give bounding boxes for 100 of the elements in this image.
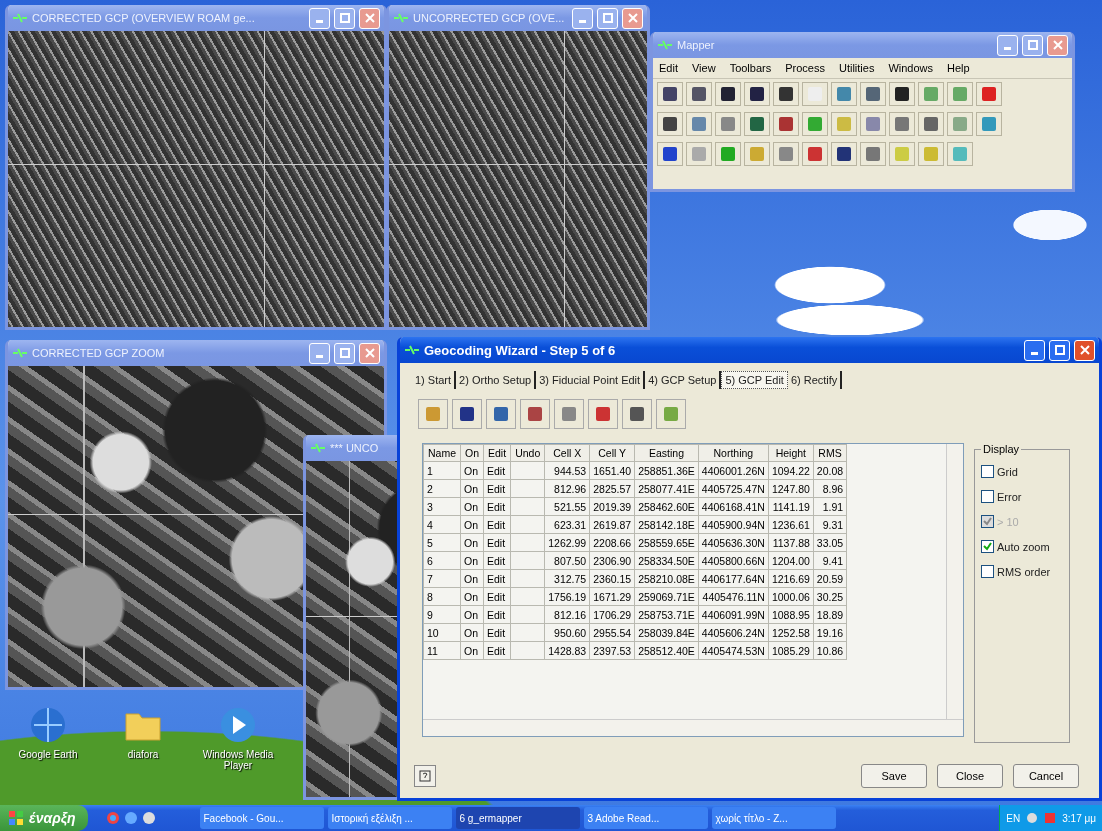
close-icon bbox=[364, 348, 375, 358]
minimize-button[interactable] bbox=[572, 7, 593, 29]
tab[interactable]: 1) Start bbox=[412, 371, 457, 389]
table-cell: 10 bbox=[423, 623, 461, 642]
dialog-button[interactable]: Save bbox=[861, 764, 927, 788]
column-header[interactable]: Northing bbox=[698, 444, 769, 462]
desktop-icon-label[interactable]: Google Earth bbox=[18, 749, 78, 760]
square-icon bbox=[692, 147, 706, 161]
table-cell: 1262.99 bbox=[544, 533, 590, 552]
circle-icon[interactable] bbox=[141, 811, 156, 825]
table-cell: 258559.65E bbox=[634, 533, 699, 552]
column-header[interactable]: RMS bbox=[813, 444, 847, 462]
table-cell: 623.31 bbox=[544, 515, 590, 534]
maximize-button[interactable] bbox=[334, 7, 355, 29]
close-button[interactable] bbox=[1074, 339, 1095, 361]
taskbar-button[interactable]: Ιστορική εξέλιξη ... bbox=[327, 807, 452, 829]
column-header[interactable]: Cell Y bbox=[589, 444, 635, 462]
menu-item[interactable]: Utilities bbox=[838, 62, 875, 74]
checkmark-icon bbox=[983, 517, 992, 526]
menu-item[interactable]: Process bbox=[785, 62, 825, 74]
square-icon bbox=[982, 117, 996, 131]
dialog-button[interactable]: Cancel bbox=[1013, 764, 1079, 788]
column-header[interactable]: Undo bbox=[510, 444, 545, 462]
maximize-button[interactable] bbox=[1022, 34, 1043, 56]
checkbox[interactable] bbox=[981, 540, 994, 553]
toolbar-button[interactable] bbox=[622, 399, 652, 429]
checkbox-option[interactable]: RMS order bbox=[981, 565, 1063, 578]
square-icon bbox=[460, 407, 474, 421]
square-icon bbox=[924, 117, 938, 131]
window-title: Geocoding Wizard - Step 5 of 6 bbox=[424, 342, 617, 358]
column-header[interactable]: Height bbox=[768, 444, 814, 462]
minimize-button[interactable] bbox=[309, 342, 330, 364]
taskbar-button[interactable]: 3 Adobe Read... bbox=[583, 807, 708, 829]
column-header[interactable]: On bbox=[460, 444, 484, 462]
column-header[interactable]: Cell X bbox=[544, 444, 590, 462]
close-button[interactable] bbox=[359, 342, 380, 364]
minimize-button[interactable] bbox=[309, 7, 330, 29]
toolbar-button[interactable] bbox=[889, 82, 915, 106]
tab[interactable]: 2) Ortho Setup bbox=[456, 371, 537, 389]
tab[interactable]: 5) GCP Edit bbox=[721, 371, 788, 389]
toolbar-button[interactable] bbox=[686, 82, 712, 106]
close-button[interactable] bbox=[359, 7, 380, 29]
menu-item[interactable]: Help bbox=[947, 62, 970, 74]
menu-item[interactable]: Edit bbox=[659, 62, 678, 74]
table-cell: Edit bbox=[483, 605, 511, 624]
globe-icon[interactable] bbox=[28, 705, 68, 745]
column-header[interactable]: Easting bbox=[634, 444, 699, 462]
column-header[interactable]: Name bbox=[423, 444, 461, 462]
minimize-button[interactable] bbox=[997, 34, 1018, 56]
toolbar-button[interactable] bbox=[773, 82, 799, 106]
table-cell: 1204.00 bbox=[768, 551, 814, 570]
browser-icon[interactable] bbox=[105, 811, 120, 825]
toolbar-button[interactable] bbox=[744, 112, 770, 136]
horizontal-scrollbar[interactable] bbox=[423, 719, 963, 736]
checkbox[interactable] bbox=[981, 465, 994, 478]
dialog-button[interactable]: Close bbox=[937, 764, 1003, 788]
checkbox[interactable] bbox=[981, 565, 994, 578]
taskbar-button[interactable]: Facebook - Gou... bbox=[199, 807, 324, 829]
table-cell: 812.96 bbox=[544, 479, 590, 498]
play-icon[interactable] bbox=[218, 705, 258, 745]
tab[interactable]: 3) Fiducial Point Edit bbox=[536, 371, 646, 389]
table-cell: 19.16 bbox=[813, 623, 847, 642]
maximize-button[interactable] bbox=[334, 342, 355, 364]
checkbox-option[interactable]: Grid bbox=[981, 465, 1063, 478]
table-cell: 1085.29 bbox=[768, 641, 814, 660]
checkbox[interactable] bbox=[981, 490, 994, 503]
menu-item[interactable]: View bbox=[691, 62, 716, 74]
toolbar-button[interactable] bbox=[715, 82, 741, 106]
table-cell: 1141.19 bbox=[768, 497, 814, 516]
toolbar-button[interactable] bbox=[657, 142, 683, 166]
close-icon bbox=[1079, 345, 1090, 355]
globe-icon[interactable] bbox=[123, 811, 138, 825]
square-icon bbox=[779, 87, 793, 101]
taskbar-button[interactable]: χωρίς τίτλο - Ζ... bbox=[711, 807, 836, 829]
minimize-button[interactable] bbox=[1024, 339, 1045, 361]
desktop-icon-label[interactable]: diafora bbox=[127, 749, 159, 760]
column-header[interactable]: Edit bbox=[483, 444, 511, 462]
checkbox-option[interactable]: Error bbox=[981, 490, 1063, 503]
tray-icon[interactable] bbox=[1026, 812, 1039, 824]
close-button[interactable] bbox=[622, 7, 643, 29]
toolbar-button[interactable] bbox=[744, 82, 770, 106]
square-icon bbox=[837, 117, 851, 131]
minimize-icon bbox=[316, 354, 323, 358]
menu-item[interactable]: Windows bbox=[888, 62, 934, 74]
toolbar-button[interactable] bbox=[657, 82, 683, 106]
toolbar-button[interactable] bbox=[831, 142, 857, 166]
checkbox-option[interactable]: Auto zoom bbox=[981, 540, 1063, 553]
vertical-scrollbar[interactable] bbox=[946, 444, 963, 719]
maximize-icon bbox=[339, 348, 350, 358]
toolbar-button[interactable] bbox=[657, 112, 683, 136]
tab[interactable]: 6) Rectify bbox=[787, 371, 843, 389]
menu-item[interactable]: Toolbars bbox=[729, 62, 772, 74]
desktop-icon-label[interactable]: Windows Media Player bbox=[198, 749, 278, 771]
close-button[interactable] bbox=[1047, 34, 1068, 56]
taskbar-button[interactable]: 6 g_ermapper bbox=[455, 807, 580, 829]
maximize-button[interactable] bbox=[597, 7, 618, 29]
maximize-button[interactable] bbox=[1049, 339, 1070, 361]
table-cell: 1 bbox=[423, 461, 461, 480]
help-button[interactable] bbox=[414, 765, 436, 787]
toolbar-button[interactable] bbox=[452, 399, 482, 429]
